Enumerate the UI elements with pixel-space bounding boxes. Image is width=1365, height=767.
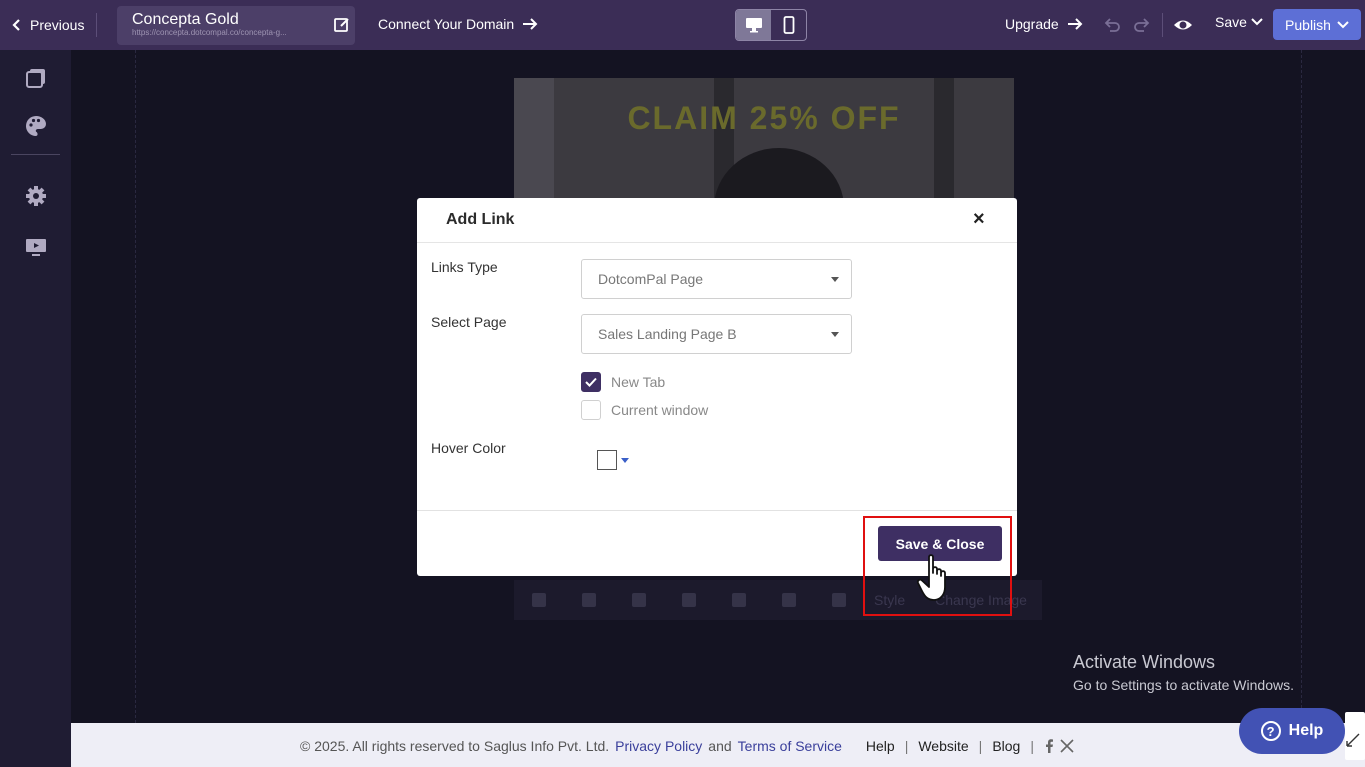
footer-help-link[interactable]: Help — [866, 738, 895, 754]
publish-label: Publish — [1285, 16, 1331, 33]
links-type-value: DotcomPal Page — [598, 271, 704, 287]
caret-down-icon — [831, 332, 839, 337]
rotate-icon[interactable] — [782, 593, 796, 607]
footer-separator: | — [904, 738, 909, 754]
desktop-icon — [745, 18, 762, 33]
current-window-option[interactable]: Current window — [581, 400, 708, 420]
current-window-label: Current window — [611, 402, 709, 418]
hand-pointer-icon — [917, 554, 946, 601]
site-url: https://concepta.dotcompal.co/concepta-g… — [132, 28, 287, 37]
copyright-text: © 2025. All rights reserved to Saglus In… — [300, 738, 610, 754]
hero-claim-text: CLAIM 25% OFF — [627, 100, 901, 136]
resize-handle[interactable] — [1345, 712, 1365, 760]
select-page-select[interactable]: Sales Landing Page B — [581, 314, 852, 354]
modal-footer-divider — [417, 510, 1017, 511]
privacy-policy-link[interactable]: Privacy Policy — [615, 738, 702, 754]
save-label: Save — [1215, 14, 1247, 30]
question-icon: ? — [1260, 721, 1281, 741]
pages-icon[interactable] — [24, 66, 48, 90]
footer: © 2025. All rights reserved to Saglus In… — [71, 723, 1365, 767]
publish-button[interactable]: Publish — [1273, 9, 1361, 40]
site-name: Concepta Gold — [132, 11, 239, 28]
close-icon[interactable]: × — [973, 208, 985, 231]
delete-icon[interactable] — [532, 593, 546, 607]
mobile-icon — [783, 16, 794, 34]
crop-icon[interactable] — [732, 593, 746, 607]
preview-eye-icon[interactable] — [1173, 15, 1193, 35]
expand-arrows-icon — [1346, 733, 1360, 747]
and-text: and — [708, 738, 732, 754]
footer-row: © 2025. All rights reserved to Saglus In… — [300, 738, 1074, 754]
device-toggle — [735, 9, 807, 41]
modal-header: Add Link × — [417, 198, 1017, 243]
palette-icon[interactable] — [24, 114, 48, 138]
modal-title: Add Link — [446, 211, 515, 228]
copy-icon[interactable] — [632, 593, 646, 607]
gear-icon[interactable] — [24, 184, 48, 208]
new-tab-checkbox[interactable] — [581, 372, 601, 392]
arrow-right-icon — [1067, 18, 1083, 30]
link-icon[interactable] — [832, 593, 846, 607]
terms-link[interactable]: Terms of Service — [738, 738, 842, 754]
facebook-icon[interactable] — [1044, 739, 1054, 753]
connect-domain-button[interactable]: Connect Your Domain — [378, 16, 538, 32]
guide-line — [135, 50, 136, 723]
previous-button[interactable]: Previous — [10, 12, 84, 38]
magic-icon[interactable] — [582, 593, 596, 607]
help-widget-button[interactable]: ? Help — [1239, 708, 1345, 754]
links-type-label: Links Type — [431, 259, 498, 275]
color-swatch — [597, 450, 617, 470]
left-sidebar — [0, 50, 71, 767]
undo-icon[interactable] — [1103, 16, 1121, 34]
new-tab-option[interactable]: New Tab — [581, 372, 665, 392]
top-bar: Previous Concepta Gold https://concepta.… — [0, 0, 1365, 50]
edit-icon[interactable] — [333, 16, 351, 34]
sidebar-divider — [11, 154, 60, 155]
chevron-left-icon — [12, 19, 20, 31]
caret-down-icon — [621, 457, 629, 463]
upgrade-label: Upgrade — [1005, 16, 1059, 32]
footer-separator: | — [1030, 738, 1034, 754]
mobile-view-button[interactable] — [771, 10, 806, 40]
current-window-checkbox[interactable] — [581, 400, 601, 420]
checkmark-icon — [585, 377, 597, 387]
layers-icon[interactable] — [682, 593, 696, 607]
redo-icon[interactable] — [1133, 16, 1151, 34]
select-page-label: Select Page — [431, 314, 507, 330]
presentation-icon[interactable] — [24, 235, 48, 259]
activate-windows-watermark: Activate Windows Go to Settings to activ… — [1073, 652, 1294, 693]
divider — [96, 13, 97, 37]
desktop-view-button[interactable] — [736, 10, 771, 40]
help-widget-label: Help — [1288, 722, 1324, 739]
hover-color-label: Hover Color — [431, 440, 506, 456]
save-dropdown[interactable]: Save — [1215, 14, 1263, 30]
hover-color-picker[interactable] — [597, 450, 629, 470]
upgrade-button[interactable]: Upgrade — [1005, 16, 1083, 32]
x-twitter-icon[interactable] — [1060, 739, 1074, 753]
divider — [1162, 13, 1163, 37]
activate-title: Activate Windows — [1073, 652, 1216, 672]
footer-website-link[interactable]: Website — [918, 738, 968, 754]
previous-label: Previous — [30, 17, 85, 33]
site-selector[interactable]: Concepta Gold https://concepta.dotcompal… — [117, 6, 355, 45]
new-tab-label: New Tab — [611, 374, 666, 390]
guide-line — [1301, 50, 1302, 723]
links-type-select[interactable]: DotcomPal Page — [581, 259, 852, 299]
select-page-value: Sales Landing Page B — [598, 326, 737, 342]
footer-blog-link[interactable]: Blog — [992, 738, 1020, 754]
activate-subtitle: Go to Settings to activate Windows. — [1073, 677, 1294, 693]
footer-separator: | — [978, 738, 983, 754]
caret-down-icon — [831, 277, 839, 282]
chevron-down-icon — [1251, 18, 1263, 26]
chevron-down-icon — [1337, 20, 1349, 28]
connect-domain-label: Connect Your Domain — [378, 16, 515, 32]
arrow-right-icon — [523, 18, 538, 30]
